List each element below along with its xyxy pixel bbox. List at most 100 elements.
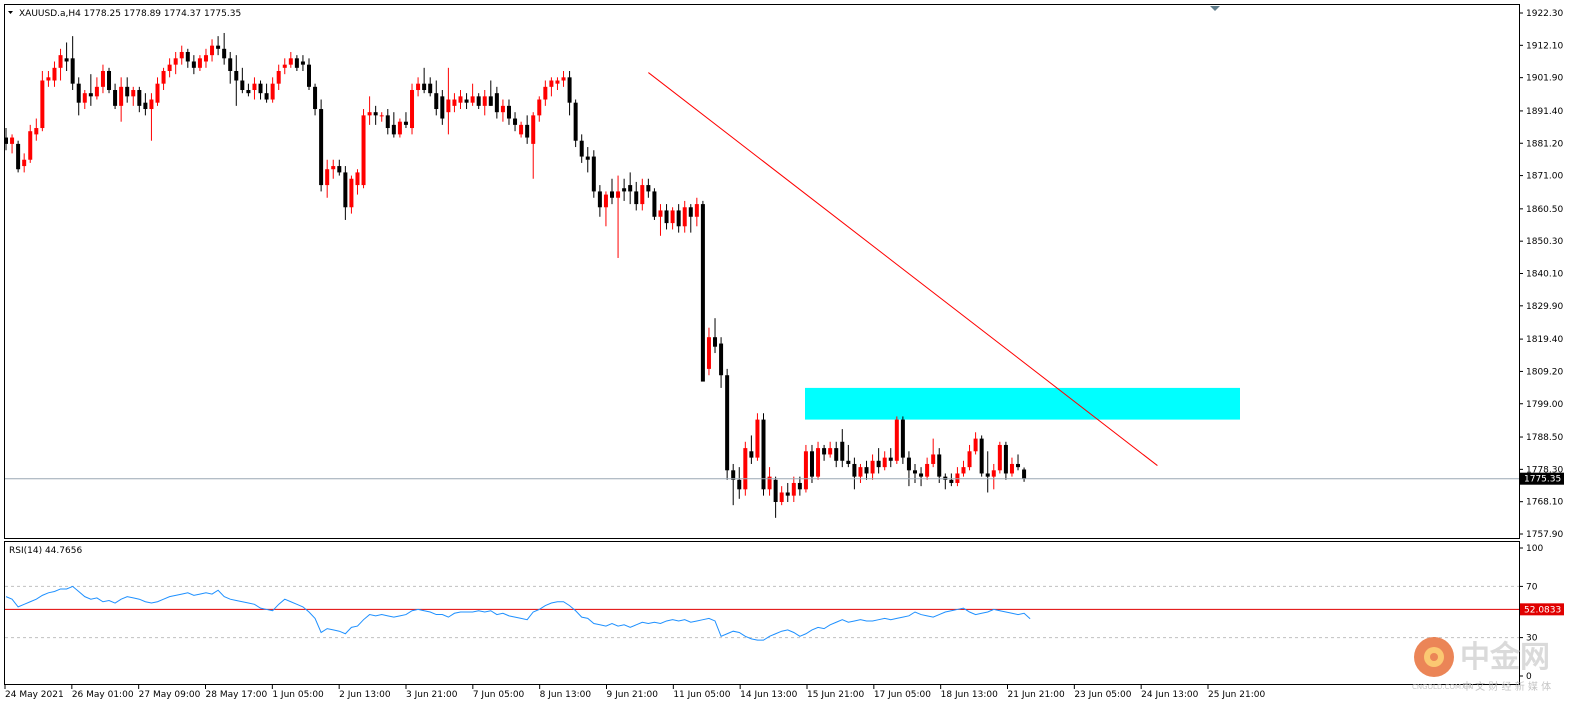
candle-body (785, 492, 790, 496)
candle-body (197, 58, 202, 68)
candle-body (46, 77, 51, 81)
candle-body (494, 93, 499, 113)
candle-body (931, 454, 936, 464)
candle-body (10, 137, 15, 144)
candle-body (440, 96, 445, 119)
rsi-tick-label: 100 (1526, 544, 1543, 554)
candle-body (737, 479, 742, 490)
candle-body (210, 45, 215, 56)
time-tick-label: 25 Jun 21:00 (1208, 690, 1265, 700)
candle-body (482, 96, 487, 106)
candle-body (949, 479, 954, 483)
candle-body (597, 191, 602, 208)
candle-body (94, 86, 99, 97)
candle-body (119, 86, 124, 106)
candle-body (476, 96, 481, 106)
time-tick-label: 9 Jun 21:00 (607, 690, 659, 700)
time-tick-label: 7 Jun 05:00 (473, 690, 525, 700)
candle-body (264, 93, 269, 100)
candle-body (488, 96, 493, 106)
candle-body (840, 441, 845, 461)
supply-zone-layer (805, 387, 1240, 420)
candle-body (1009, 463, 1014, 474)
candle-body (816, 448, 821, 477)
time-axis[interactable]: 24 May 2021 26 May 01:00 27 May 09:00 28 Ma… (4, 685, 1265, 700)
candle-body (397, 121, 402, 135)
candle-body (58, 55, 63, 68)
candle-body (464, 99, 469, 103)
candle-body (973, 438, 978, 452)
price-axis[interactable]: 1922.30 1912.10 1901.90 1891.40 1881.20 1871.… (1519, 9, 1563, 540)
candle-body (276, 70, 281, 84)
candle-body (173, 58, 178, 65)
time-tick-label: 23 Jun 05:00 (1074, 690, 1131, 700)
candle-body (773, 479, 778, 502)
candle-body (1016, 463, 1021, 468)
candle-body (361, 115, 366, 186)
candle-body (367, 112, 372, 116)
price-tick-label: 1860.50 (1526, 205, 1563, 215)
candle-body (919, 473, 924, 477)
candle-body (22, 159, 27, 167)
candle-body (113, 90, 118, 106)
candle-body (682, 207, 687, 227)
candle-body (434, 93, 439, 110)
price-tick-label: 1850.30 (1526, 237, 1563, 247)
candle-body (76, 83, 81, 103)
candle-body (131, 90, 136, 97)
supply-zone (805, 387, 1240, 420)
time-tick-label: 24 May 2021 (5, 690, 64, 700)
candle-body (149, 99, 154, 110)
candle-body (779, 492, 784, 502)
candle-body (500, 105, 505, 113)
candle-body (161, 70, 166, 84)
candle-body (325, 169, 330, 186)
current-price-label: 1775.35 (1524, 475, 1561, 485)
candle-body (458, 96, 463, 103)
candle-body (519, 124, 524, 135)
candle-body (906, 457, 911, 471)
candle-body (234, 70, 239, 81)
candle-body (422, 83, 427, 91)
candle-body (1022, 469, 1027, 479)
candle-body (828, 448, 833, 455)
price-tick-label: 1809.20 (1526, 367, 1563, 377)
candle-body (240, 80, 245, 91)
candle-body (258, 83, 263, 94)
candle-body (391, 124, 396, 135)
candle-body (797, 482, 802, 490)
time-tick-label: 1 Jun 05:00 (272, 690, 324, 700)
chart-canvas: XAUUSD.a,H4 1778.25 1778.89 1774.37 1775… (4, 4, 1564, 700)
candle-body (670, 210, 675, 224)
candle-body (252, 83, 257, 91)
candle-body (622, 188, 627, 192)
candle-body (646, 185, 651, 192)
time-tick-label: 18 Jun 13:00 (941, 690, 998, 700)
rsi-reference-label: 52.0833 (1524, 605, 1561, 615)
price-tick-label: 1799.00 (1526, 400, 1563, 410)
time-tick-label: 24 Jun 13:00 (1141, 690, 1198, 700)
candle-body (125, 86, 130, 97)
candle-body (543, 86, 548, 100)
candle-body (379, 115, 384, 117)
candle-body (416, 83, 421, 91)
watermark-site: CNGOLD.COM.CN (1412, 683, 1473, 691)
candle-body (967, 451, 972, 468)
candle-body (549, 80, 554, 87)
candle-body (913, 470, 917, 474)
price-tick-label: 1901.90 (1526, 74, 1563, 84)
candle-body (203, 55, 208, 62)
candle-body (573, 102, 578, 141)
candle-body (228, 58, 233, 71)
price-tick-label: 1891.40 (1526, 107, 1563, 117)
candle-body (652, 191, 657, 217)
candle-body (137, 90, 142, 106)
candle-body (579, 140, 584, 157)
candle-body (446, 99, 451, 113)
price-tick-label: 1819.40 (1526, 335, 1563, 345)
candle-body (991, 470, 996, 477)
candle-body (640, 185, 645, 205)
candle-body (313, 86, 318, 110)
time-tick-label: 15 Jun 21:00 (807, 690, 864, 700)
time-tick-label: 11 Jun 05:00 (673, 690, 730, 700)
